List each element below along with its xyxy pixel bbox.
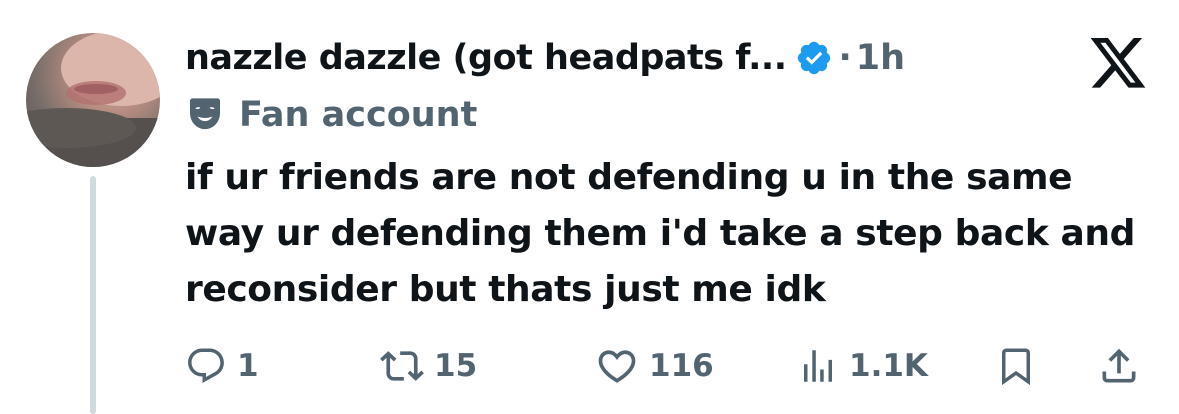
bookmark-icon	[995, 345, 1037, 387]
like-count: 116	[649, 348, 714, 384]
views-count: 1.1K	[849, 348, 928, 384]
share-button[interactable]	[1097, 338, 1141, 394]
like-button[interactable]: 116	[595, 338, 714, 394]
thread-line	[90, 176, 96, 414]
repost-icon	[380, 344, 424, 388]
account-label: Fan account	[185, 90, 477, 140]
timestamp[interactable]: 1h	[856, 38, 905, 78]
verified-badge-icon	[795, 39, 833, 77]
views-button[interactable]: 1.1K	[797, 338, 928, 394]
heart-icon	[595, 344, 639, 388]
action-bar: 1 15 116 1.1K	[185, 338, 1155, 394]
separator-dot: ·	[838, 38, 852, 78]
reply-count: 1	[237, 348, 259, 384]
views-icon	[797, 345, 839, 387]
share-icon	[1097, 344, 1141, 388]
repost-button[interactable]: 15	[380, 338, 477, 394]
reply-icon	[185, 345, 227, 387]
post-header: nazzle dazzle (got headpats f... · 1h	[185, 30, 905, 86]
theater-mask-icon	[185, 95, 225, 135]
avatar[interactable]	[26, 33, 160, 167]
display-name[interactable]: nazzle dazzle (got headpats f...	[185, 38, 787, 78]
post-text: if ur friends are not defending u in the…	[185, 157, 1136, 310]
x-logo-icon	[1090, 38, 1148, 90]
repost-count: 15	[434, 348, 478, 384]
reply-button[interactable]: 1	[185, 338, 259, 394]
label-text[interactable]: Fan account	[239, 95, 477, 135]
bookmark-button[interactable]	[995, 338, 1037, 394]
